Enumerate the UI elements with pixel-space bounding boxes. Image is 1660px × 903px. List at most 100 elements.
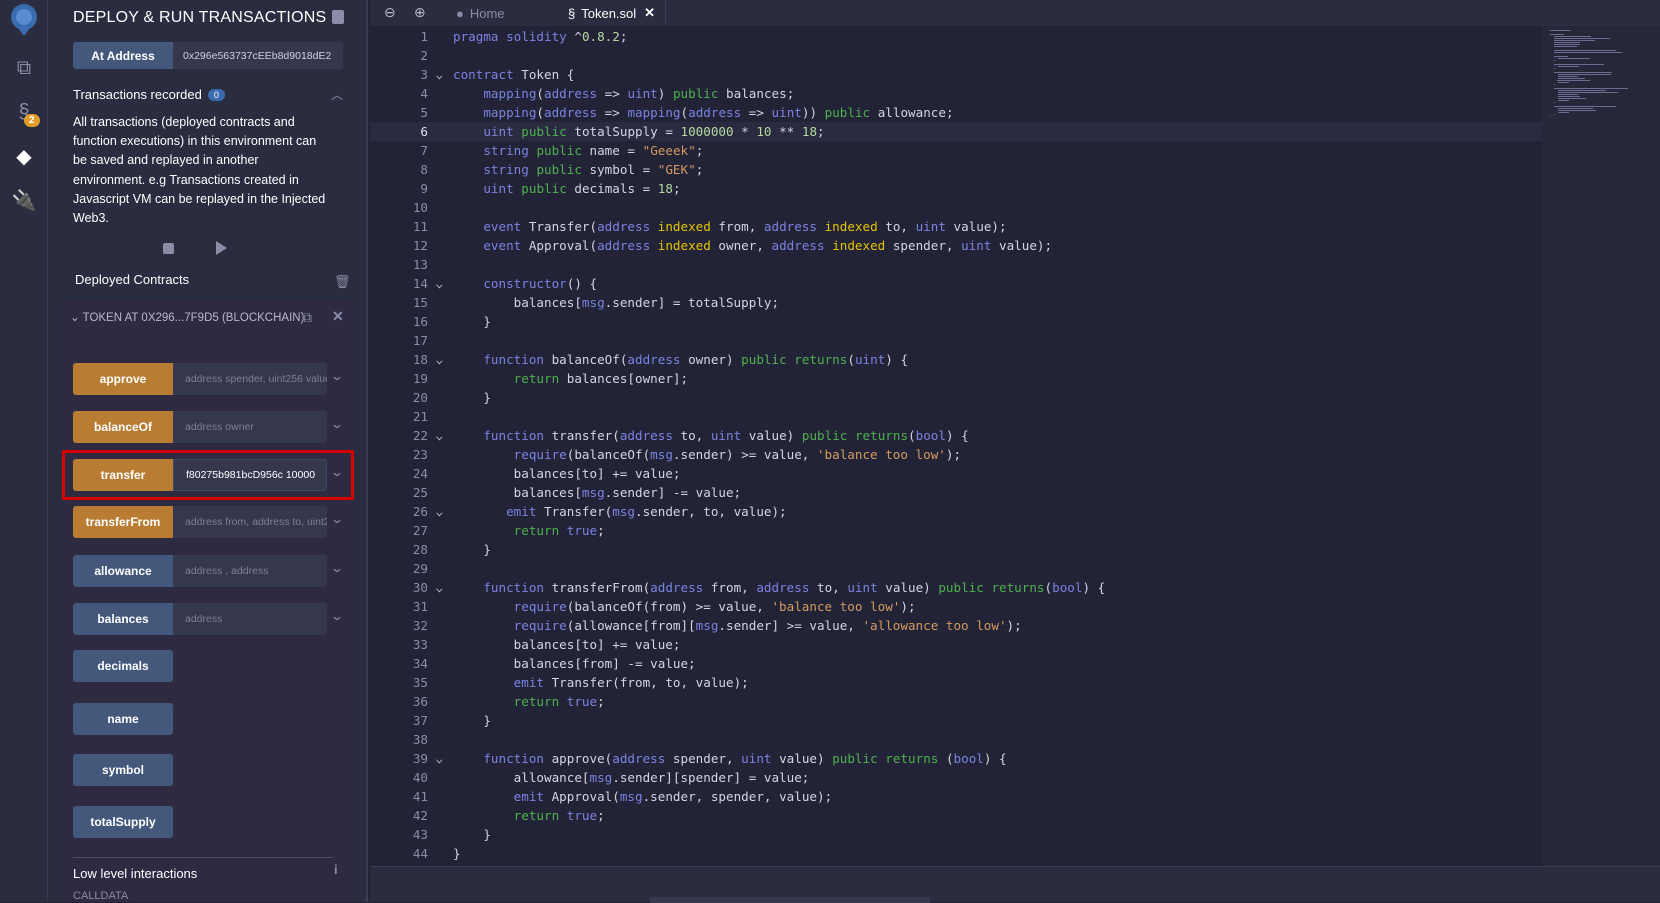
- close-tab-icon[interactable]: ✕: [644, 5, 655, 21]
- chevron-down-icon[interactable]: ⌄: [330, 512, 344, 526]
- code-line[interactable]: 14 ⌄ constructor() {: [370, 274, 1542, 293]
- code-line[interactable]: 26 ⌄ emit Transfer(msg.sender, to, value)…: [370, 502, 1542, 521]
- terminal-scrollbar[interactable]: [650, 897, 930, 903]
- line-number: 8: [420, 162, 428, 177]
- code-line[interactable]: 39 ⌄ function approve(address spender, ui…: [370, 749, 1542, 768]
- balances-args-input[interactable]: address: [173, 603, 327, 635]
- code-line[interactable]: 8 string public symbol = "GEK";: [370, 160, 1542, 179]
- fold-chevron-icon[interactable]: ⌄: [435, 274, 444, 293]
- code-line[interactable]: 31 require(balanceOf(from) >= value, 'ba…: [370, 597, 1542, 616]
- code-line[interactable]: 17: [370, 331, 1542, 350]
- code-line[interactable]: 44}: [370, 844, 1542, 863]
- code-line[interactable]: 30 ⌄ function transferFrom(address from, …: [370, 578, 1542, 597]
- code-line[interactable]: 10: [370, 198, 1542, 217]
- code-line[interactable]: 7 string public name = "Geeek";: [370, 141, 1542, 160]
- code-line[interactable]: 3 ⌄ contract Token {: [370, 65, 1542, 84]
- symbol-button[interactable]: symbol: [73, 754, 173, 786]
- code-line[interactable]: 27 return true;: [370, 521, 1542, 540]
- line-number: 7: [420, 143, 428, 158]
- code-line[interactable]: 38: [370, 730, 1542, 749]
- code-text: string public symbol = "GEK";: [483, 162, 704, 177]
- code-line[interactable]: 40 allowance[msg.sender][spender] = valu…: [370, 768, 1542, 787]
- info-icon[interactable]: i: [334, 862, 338, 877]
- balanceOf-args-input[interactable]: address owner: [173, 411, 327, 443]
- code-line[interactable]: 6 uint public totalSupply = 1000000 * 10…: [370, 122, 1542, 141]
- code-line[interactable]: 15 balances[msg.sender] = totalSupply;: [370, 293, 1542, 312]
- line-number: 3: [420, 67, 428, 82]
- code-line[interactable]: 12 event Approval(address indexed owner,…: [370, 236, 1542, 255]
- minimap-line: [1554, 44, 1581, 45]
- transferFrom-button[interactable]: transferFrom: [73, 506, 173, 538]
- fold-chevron-icon[interactable]: ⌄: [435, 749, 444, 768]
- plugin-manager-icon[interactable]: 🔌: [8, 184, 40, 216]
- fold-chevron-icon[interactable]: ⌄: [435, 426, 444, 445]
- line-number: 31: [412, 599, 428, 614]
- code-line[interactable]: 32 require(allowance[from][msg.sender] >…: [370, 616, 1542, 635]
- code-line[interactable]: 29: [370, 559, 1542, 578]
- code-line[interactable]: 18 ⌄ function balanceOf(address owner) pu…: [370, 350, 1542, 369]
- code-line[interactable]: 16 }: [370, 312, 1542, 331]
- code-line[interactable]: 25 balances[msg.sender] -= value;: [370, 483, 1542, 502]
- file-explorer-icon[interactable]: ⧉: [8, 52, 40, 84]
- code-line[interactable]: 19 return balances[owner];: [370, 369, 1542, 388]
- code-line[interactable]: 4 mapping(address => uint) public balanc…: [370, 84, 1542, 103]
- zoom-in-icon[interactable]: ⊕: [414, 4, 426, 21]
- chevron-down-icon[interactable]: ⌄: [330, 609, 344, 623]
- zoom-out-icon[interactable]: ⊖: [384, 4, 396, 21]
- fold-chevron-icon[interactable]: ⌄: [435, 65, 444, 84]
- code-line[interactable]: 11 event Transfer(address indexed from, …: [370, 217, 1542, 236]
- chevron-up-icon[interactable]: ︿: [331, 86, 343, 103]
- code-line[interactable]: 1 pragma solidity ^0.8.2;: [370, 27, 1542, 46]
- trash-icon[interactable]: 🗑: [334, 274, 351, 290]
- code-line[interactable]: 2: [370, 46, 1542, 65]
- documentation-icon[interactable]: [332, 10, 344, 24]
- balanceOf-button[interactable]: balanceOf: [73, 411, 173, 443]
- code-line[interactable]: 13: [370, 255, 1542, 274]
- code-editor[interactable]: 1 pragma solidity ^0.8.2; 2 3 ⌄ contract Toke…: [370, 26, 1542, 866]
- code-line[interactable]: 5 mapping(address => mapping(address => …: [370, 103, 1542, 122]
- allowance-button[interactable]: allowance: [73, 555, 173, 587]
- code-line[interactable]: 9 uint public decimals = 18;: [370, 179, 1542, 198]
- code-line[interactable]: 36 return true;: [370, 692, 1542, 711]
- fold-chevron-icon[interactable]: ⌄: [435, 578, 444, 597]
- code-line[interactable]: 28 }: [370, 540, 1542, 559]
- name-button[interactable]: name: [73, 703, 173, 735]
- play-icon[interactable]: [216, 241, 227, 255]
- balances-button[interactable]: balances: [73, 603, 173, 635]
- code-line[interactable]: 22 ⌄ function transfer(address to, uint v…: [370, 426, 1542, 445]
- at-address-input[interactable]: 0x296e563737cEEb8d9018dE2: [173, 42, 343, 69]
- fold-chevron-icon[interactable]: ⌄: [435, 350, 444, 369]
- code-line[interactable]: 21: [370, 407, 1542, 426]
- tab-home[interactable]: ● Home: [446, 0, 558, 26]
- tab-token-sol[interactable]: § Token.sol ✕: [558, 0, 667, 26]
- save-icon[interactable]: [163, 243, 174, 254]
- code-line[interactable]: 35 emit Transfer(from, to, value);: [370, 673, 1542, 692]
- copy-icon[interactable]: ⧉: [302, 309, 312, 326]
- instance-header[interactable]: ⌄ TOKEN AT 0X296...7F9D5 (BLOCKCHAIN): [70, 310, 310, 324]
- code-line[interactable]: 42 return true;: [370, 806, 1542, 825]
- code-line[interactable]: 23 require(balanceOf(msg.sender) >= valu…: [370, 445, 1542, 464]
- chevron-down-icon[interactable]: ⌄: [330, 561, 344, 575]
- chevron-down-icon[interactable]: ⌄: [330, 369, 344, 383]
- decimals-button[interactable]: decimals: [73, 650, 173, 682]
- code-line[interactable]: 20 }: [370, 388, 1542, 407]
- allowance-args-input[interactable]: address , address: [173, 555, 327, 587]
- approve-args-input[interactable]: address spender, uint256 value: [173, 363, 327, 395]
- chevron-down-icon[interactable]: ⌄: [330, 417, 344, 431]
- code-line[interactable]: 41 emit Approval(msg.sender, spender, va…: [370, 787, 1542, 806]
- code-line[interactable]: 37 }: [370, 711, 1542, 730]
- code-line[interactable]: 34 balances[from] -= value;: [370, 654, 1542, 673]
- deploy-run-icon[interactable]: ◆: [8, 140, 40, 172]
- remix-logo-icon[interactable]: [4, 2, 44, 38]
- transferFrom-args-input[interactable]: address from, address to, uint256 value: [173, 506, 327, 538]
- code-line[interactable]: 33 balances[to] += value;: [370, 635, 1542, 654]
- fold-chevron-icon[interactable]: ⌄: [435, 502, 444, 521]
- minimap[interactable]: [1542, 26, 1660, 866]
- approve-button[interactable]: approve: [73, 363, 173, 395]
- close-icon[interactable]: ✕: [332, 308, 344, 325]
- at-address-button[interactable]: At Address: [73, 42, 173, 69]
- code-line[interactable]: 43 }: [370, 825, 1542, 844]
- code-line[interactable]: 24 balances[to] += value;: [370, 464, 1542, 483]
- transactions-recorded-header[interactable]: Transactions recorded 0: [73, 87, 225, 102]
- totalSupply-button[interactable]: totalSupply: [73, 806, 173, 838]
